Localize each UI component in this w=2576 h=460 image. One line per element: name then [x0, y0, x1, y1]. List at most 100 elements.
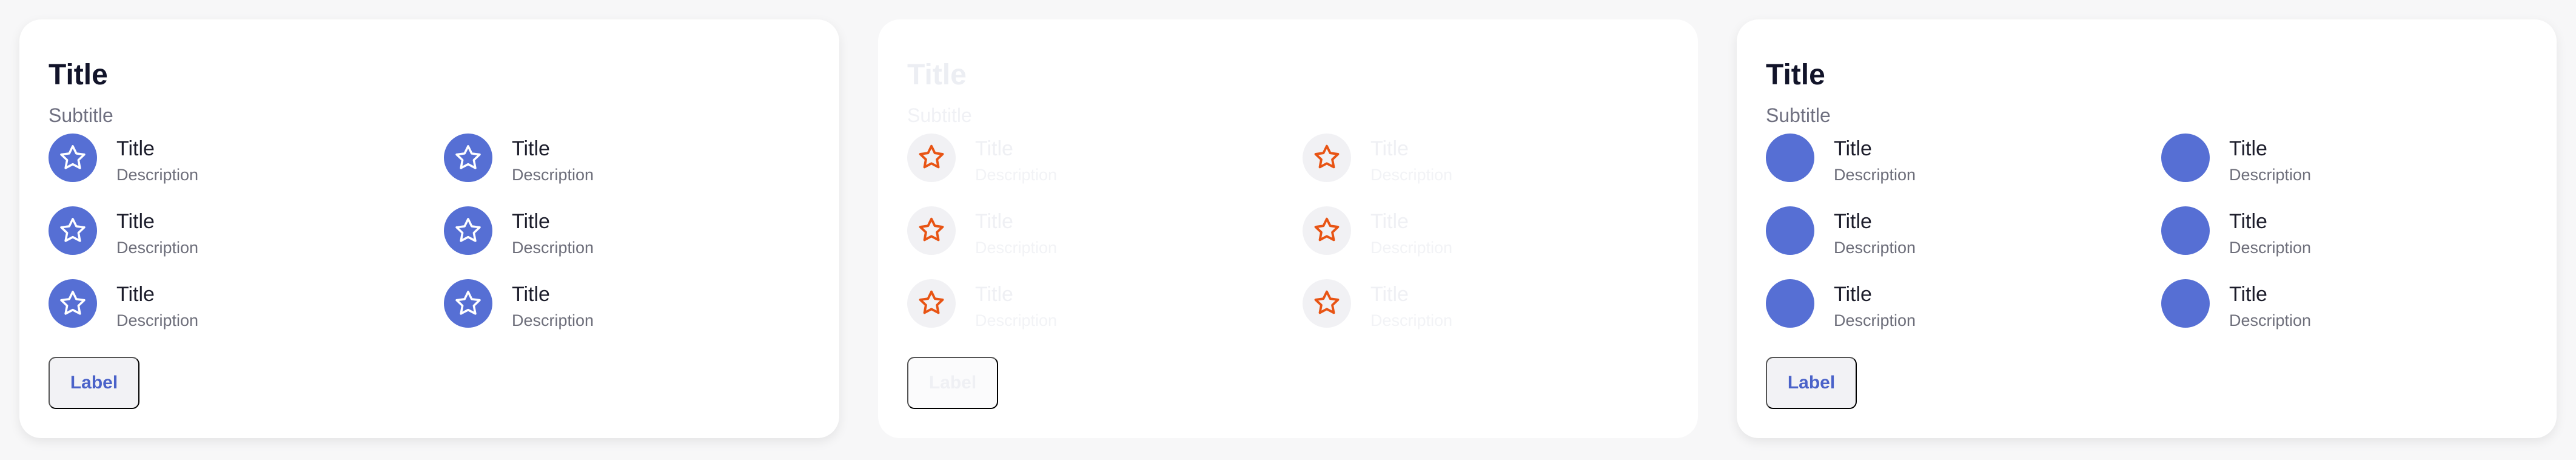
star-avatar	[1303, 279, 1351, 328]
star-icon	[919, 144, 944, 169]
blank-avatar	[2161, 279, 2210, 328]
list-item: Title Description	[49, 134, 388, 192]
list-item: Title Description	[1766, 279, 2105, 337]
item-description: Description	[975, 166, 1058, 184]
star-icon	[60, 145, 86, 169]
item-title: Title	[512, 210, 550, 233]
item-title: Title	[975, 210, 1013, 233]
list-item: Title Description	[444, 279, 783, 337]
blank-avatar	[1766, 279, 1814, 328]
item-description: Description	[2229, 238, 2312, 257]
blank-avatar	[1766, 134, 1814, 182]
star-avatar	[907, 134, 956, 182]
star-icon	[919, 290, 944, 314]
star-avatar	[444, 206, 492, 255]
item-title: Title	[2229, 137, 2267, 160]
list-item: Title Description	[1766, 134, 2105, 192]
card-subtitle: Subtitle	[49, 104, 113, 126]
star-icon	[919, 217, 944, 242]
star-avatar	[49, 279, 97, 328]
item-title: Title	[2229, 210, 2267, 233]
item-title: Title	[1370, 283, 1409, 306]
list-item: Title Description	[2161, 206, 2501, 265]
card-title: Title	[907, 59, 967, 91]
item-title: Title	[1370, 210, 1409, 233]
card-title: Title	[49, 59, 108, 91]
item-description: Description	[1370, 311, 1453, 330]
star-avatar	[1303, 134, 1351, 182]
item-description: Description	[1370, 238, 1453, 257]
item-title: Title	[512, 283, 550, 306]
star-avatar	[49, 206, 97, 255]
list-item: Title Description	[1766, 206, 2105, 265]
list-item: Title Description	[1303, 134, 1642, 192]
label-button[interactable]: Label	[1766, 357, 1857, 409]
item-title: Title	[2229, 283, 2267, 306]
star-avatar	[1303, 206, 1351, 255]
item-title: Title	[512, 137, 550, 160]
star-icon	[455, 291, 481, 315]
star-icon	[1314, 217, 1340, 242]
item-title: Title	[1834, 283, 1872, 306]
list-item: Title Description	[444, 134, 783, 192]
star-icon	[60, 218, 86, 242]
item-description: Description	[512, 238, 594, 257]
item-description: Description	[2229, 166, 2312, 184]
feature-card: Title Subtitle Title Description Title D…	[19, 19, 839, 438]
label-button[interactable]: Label	[49, 357, 139, 409]
feature-card-disabled: Title Subtitle Title Description Title D…	[878, 19, 1698, 438]
item-title: Title	[116, 137, 155, 160]
item-description: Description	[2229, 311, 2312, 330]
star-avatar	[49, 134, 97, 182]
item-description: Description	[512, 166, 594, 184]
item-description: Description	[975, 311, 1058, 330]
item-description: Description	[116, 238, 199, 257]
item-title: Title	[116, 210, 155, 233]
item-title: Title	[116, 283, 155, 306]
list-item: Title Description	[1303, 279, 1642, 337]
item-description: Description	[1834, 166, 1916, 184]
star-avatar	[444, 279, 492, 328]
star-icon	[455, 218, 481, 242]
card-panel-blank-avatars: Title Subtitle Title Description Title D…	[1717, 0, 2576, 460]
list-item: Title Description	[444, 206, 783, 265]
list-item: Title Description	[49, 279, 388, 337]
star-icon	[1314, 290, 1340, 314]
card-title: Title	[1766, 59, 1825, 91]
item-description: Description	[512, 311, 594, 330]
star-avatar	[444, 134, 492, 182]
card-subtitle: Subtitle	[1766, 104, 1831, 126]
card-panel-default: Title Subtitle Title Description Title D…	[0, 0, 859, 460]
item-title: Title	[975, 283, 1013, 306]
item-description: Description	[1834, 311, 1916, 330]
component-gallery: Title Subtitle Title Description Title D…	[0, 0, 2576, 460]
list-item: Title Description	[49, 206, 388, 265]
list-item: Title Description	[907, 206, 1247, 265]
item-title: Title	[1370, 137, 1409, 160]
item-description: Description	[116, 166, 199, 184]
star-icon	[60, 291, 86, 315]
label-button-disabled: Label	[907, 357, 998, 409]
card-panel-disabled: Title Subtitle Title Description Title D…	[859, 0, 1717, 460]
item-description: Description	[1370, 166, 1453, 184]
item-description: Description	[116, 311, 199, 330]
list-item: Title Description	[907, 134, 1247, 192]
star-icon	[1314, 144, 1340, 169]
item-title: Title	[1834, 137, 1872, 160]
star-avatar	[907, 206, 956, 255]
list-item: Title Description	[2161, 134, 2501, 192]
star-icon	[455, 145, 481, 169]
card-subtitle: Subtitle	[907, 104, 972, 126]
feature-card-blank-avatars: Title Subtitle Title Description Title D…	[1737, 19, 2557, 438]
blank-avatar	[2161, 134, 2210, 182]
list-item: Title Description	[1303, 206, 1642, 265]
item-title: Title	[975, 137, 1013, 160]
blank-avatar	[1766, 206, 1814, 255]
item-description: Description	[1834, 238, 1916, 257]
star-avatar	[907, 279, 956, 328]
item-title: Title	[1834, 210, 1872, 233]
list-item: Title Description	[2161, 279, 2501, 337]
blank-avatar	[2161, 206, 2210, 255]
list-item: Title Description	[907, 279, 1247, 337]
item-description: Description	[975, 238, 1058, 257]
